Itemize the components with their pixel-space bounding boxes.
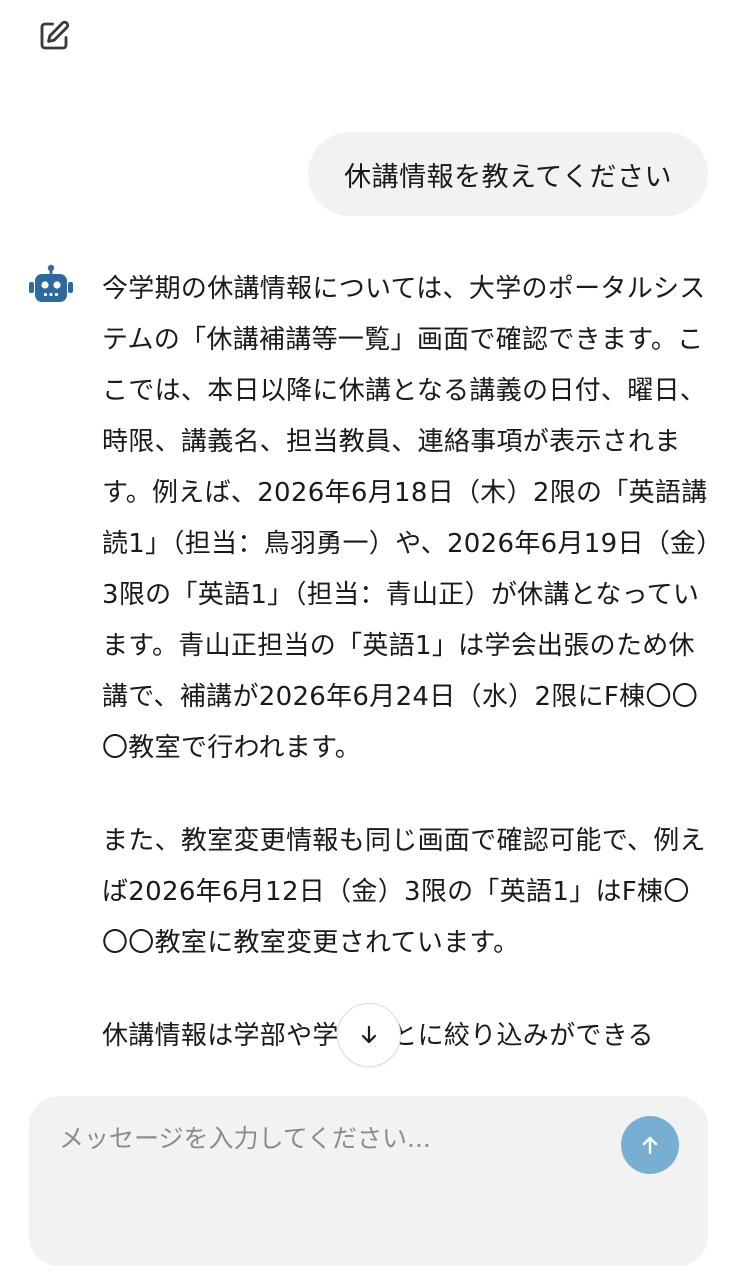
assistant-avatar	[28, 264, 74, 304]
robot-icon	[29, 264, 73, 302]
assistant-paragraph: 休講情報は学部や学科ごとに絞り込みができる	[102, 1011, 710, 1062]
scroll-to-bottom-button[interactable]	[337, 1003, 401, 1067]
new-chat-button[interactable]	[34, 16, 74, 56]
arrow-up-icon	[642, 1136, 658, 1155]
send-button[interactable]	[621, 1116, 679, 1174]
assistant-paragraph: 今学期の休講情報については、大学のポータルシステムの「休講補講等一覧」画面で確認…	[102, 274, 710, 763]
edit-icon	[40, 20, 70, 50]
assistant-paragraph: また、教室変更情報も同じ画面で確認可能で、例えば2026年6月12日（金）3限の…	[102, 826, 706, 958]
arrow-down-icon	[361, 1025, 377, 1044]
assistant-message: 今学期の休講情報については、大学のポータルシステムの「休講補講等一覧」画面で確認…	[102, 264, 710, 1106]
message-composer	[29, 1096, 708, 1266]
user-message-bubble: 休講情報を教えてください	[308, 132, 708, 216]
user-message-text: 休講情報を教えてください	[344, 161, 672, 193]
message-input[interactable]	[59, 1116, 599, 1160]
